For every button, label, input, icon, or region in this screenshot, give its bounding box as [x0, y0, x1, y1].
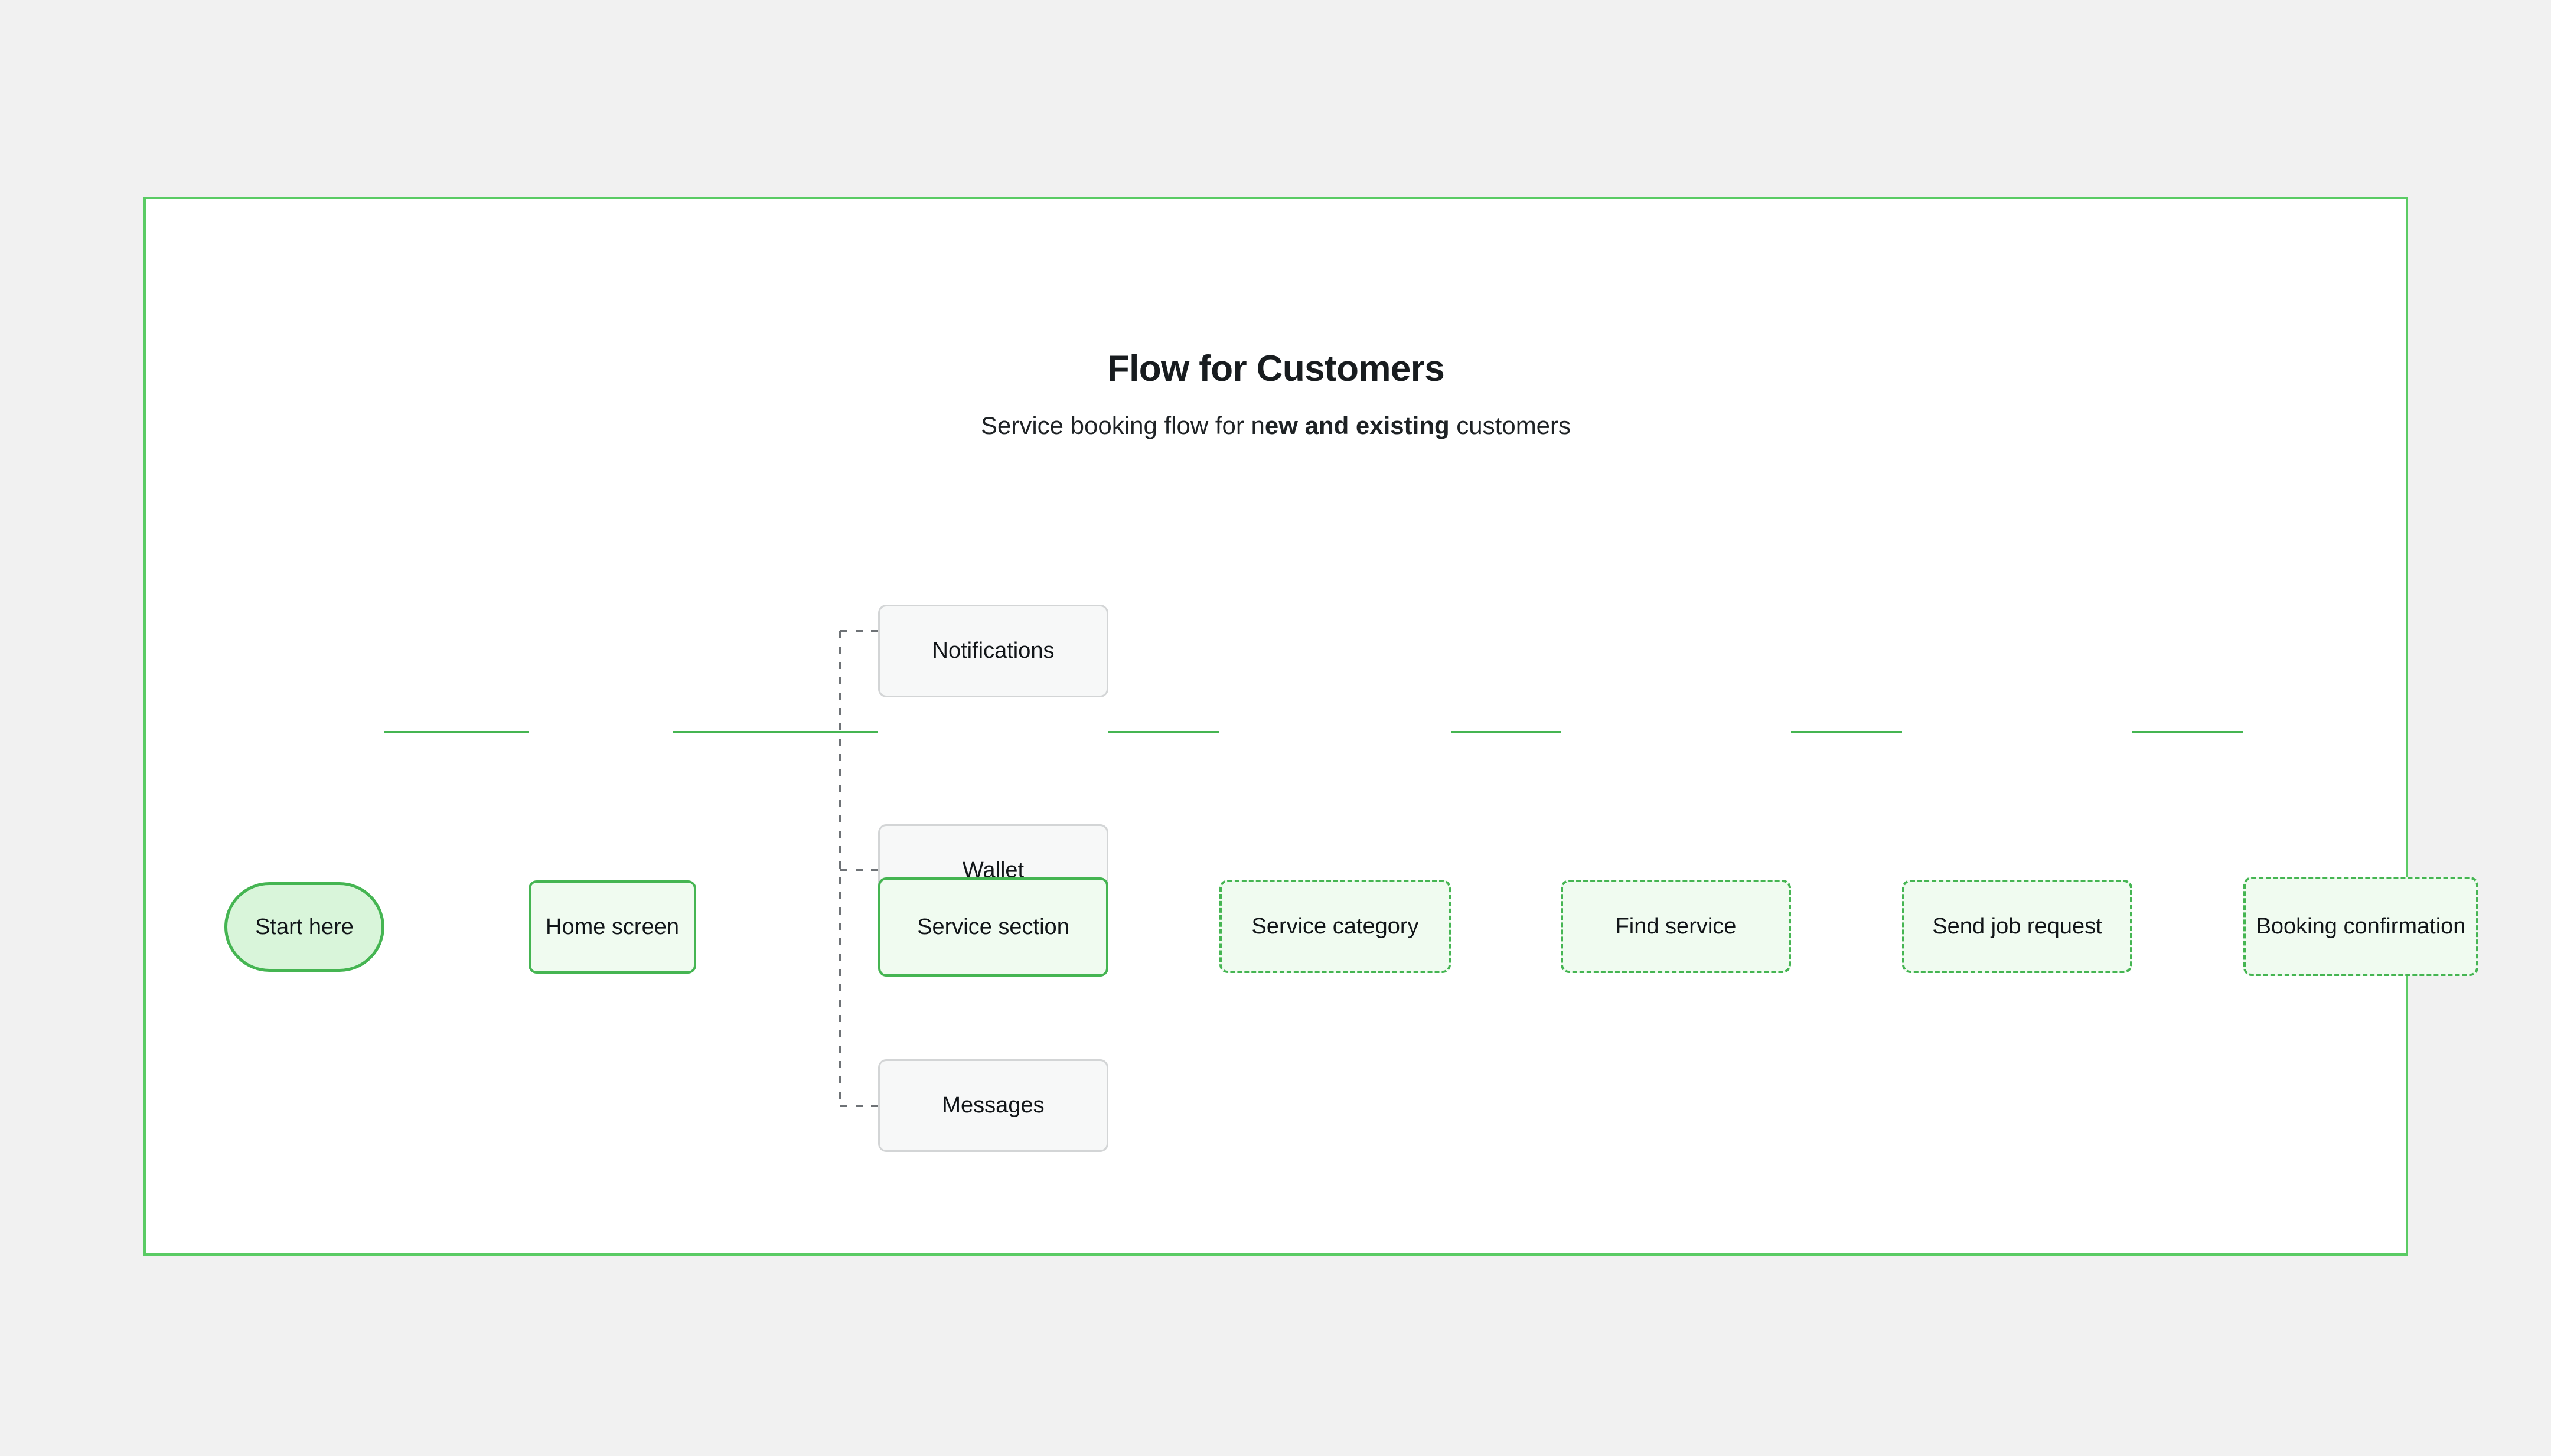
node-label: Find service [1615, 913, 1737, 939]
node-label: Service category [1251, 913, 1419, 939]
node-label: Start here [255, 914, 354, 939]
node-notifications[interactable]: Notifications [878, 605, 1108, 697]
node-send-job-request[interactable]: Send job request [1902, 880, 2132, 973]
node-label: Service section [917, 914, 1069, 939]
node-label: Send job request [1932, 913, 2102, 939]
node-label: Booking confirmation [2256, 913, 2466, 939]
node-booking-confirmation[interactable]: Booking confirmation [2243, 877, 2478, 976]
node-messages[interactable]: Messages [878, 1059, 1108, 1152]
node-home-screen[interactable]: Home screen [529, 880, 696, 974]
node-start-here[interactable]: Start here [224, 882, 384, 972]
node-find-service[interactable]: Find service [1561, 880, 1791, 973]
node-label: Notifications [932, 638, 1055, 664]
node-label: Messages [942, 1093, 1045, 1118]
flow-edges [384, 630, 2243, 1107]
page-root: Flow for Customers Service booking flow … [0, 0, 2551, 1456]
diagram-frame: Flow for Customers Service booking flow … [143, 197, 2478, 1256]
node-service-section[interactable]: Service section [878, 877, 1108, 977]
node-service-category[interactable]: Service category [1219, 880, 1451, 973]
flow-diagram: Start here Home screen Notifications Wal… [146, 199, 2478, 1253]
node-label: Home screen [546, 914, 679, 939]
